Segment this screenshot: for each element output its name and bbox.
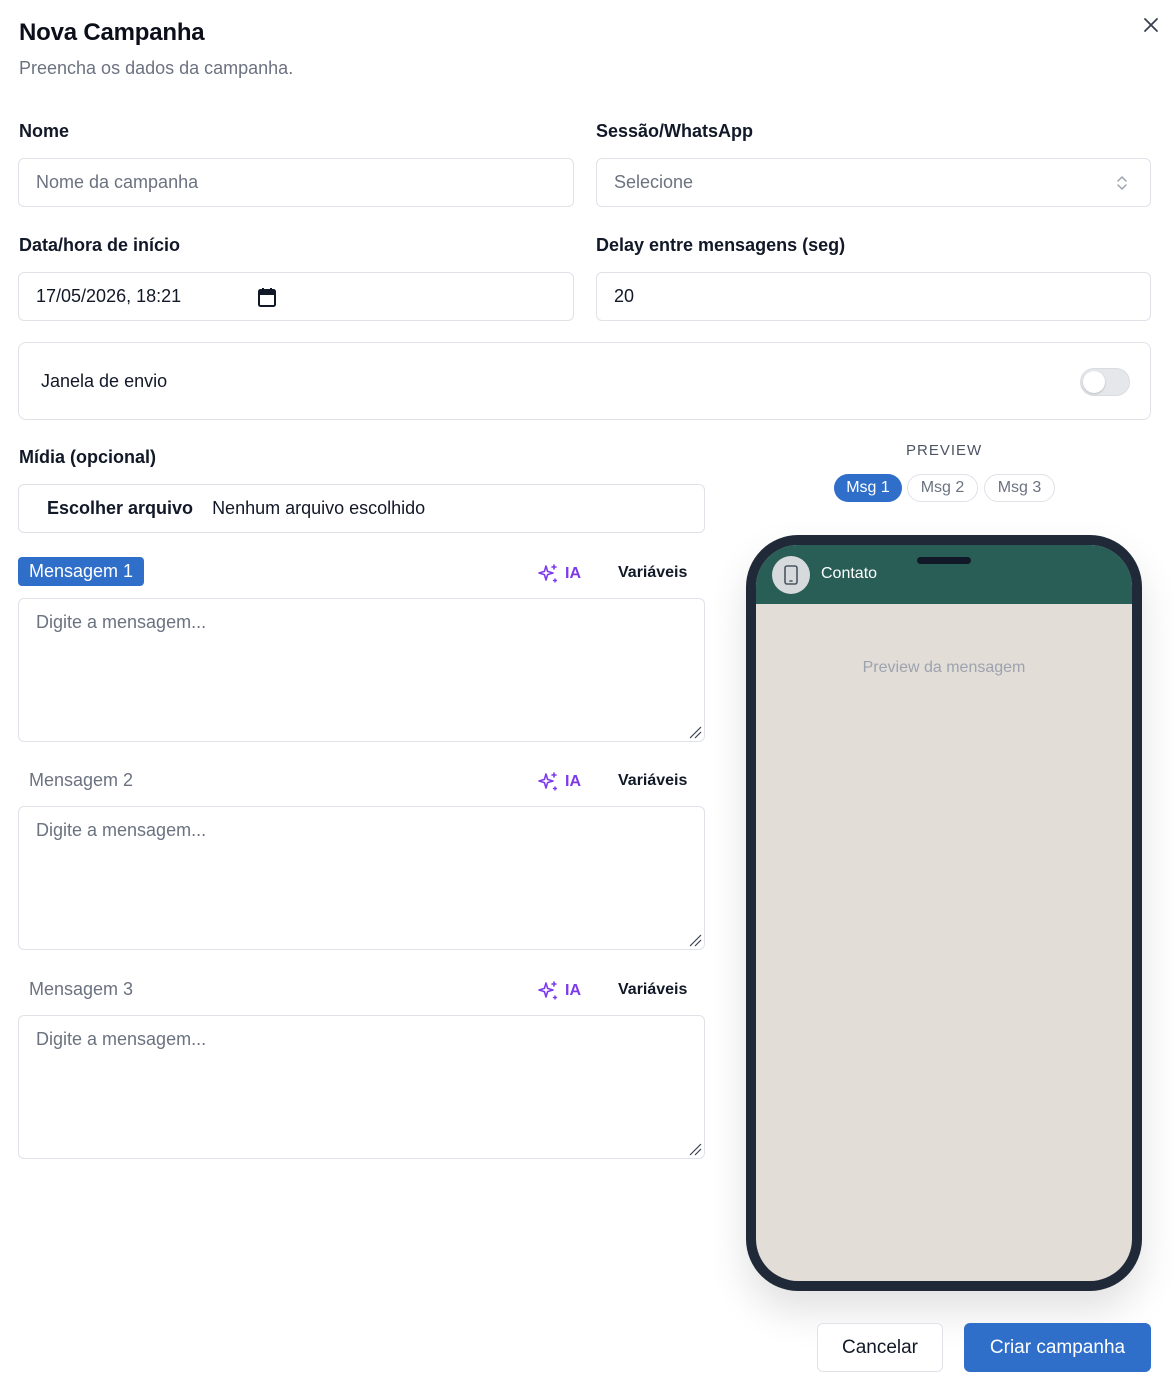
preview-tab-msg-3[interactable]: Msg 3 (984, 474, 1055, 502)
ai-label: IA (565, 982, 581, 999)
message-1-textarea[interactable]: Digite a mensagem... (18, 598, 705, 742)
dialog-title: Nova Campanha (19, 19, 205, 46)
cancel-button[interactable]: Cancelar (817, 1323, 943, 1372)
start-datetime-value: 17/05/2026, 18:21 (36, 286, 182, 306)
message-1-ai-button[interactable]: IA (537, 563, 581, 585)
message-2-placeholder: Digite a mensagem... (36, 820, 207, 840)
phone-notch (917, 557, 971, 564)
session-select[interactable]: Selecione (596, 158, 1151, 207)
message-2-variables-button[interactable]: Variáveis (618, 772, 687, 790)
message-2-textarea[interactable]: Digite a mensagem... (18, 806, 705, 950)
ai-label: IA (565, 565, 581, 582)
chat-header: Contato (756, 545, 1132, 604)
close-button[interactable] (1138, 12, 1164, 38)
send-window-toggle[interactable] (1080, 368, 1130, 396)
phone-screen: Contato Preview da mensagem (756, 545, 1132, 1281)
preview-tab-msg-2[interactable]: Msg 2 (907, 474, 978, 502)
preview-label: PREVIEW (906, 442, 983, 459)
message-3-ai-button[interactable]: IA (537, 980, 581, 1002)
name-label: Nome (19, 121, 70, 141)
message-1-label: Mensagem 1 (18, 557, 145, 586)
sparkles-icon (538, 564, 558, 583)
dialog-subtitle: Preencha os dados da campanha. (19, 58, 294, 78)
choose-file-button[interactable]: Escolher arquivo (47, 498, 193, 519)
preview-message: Preview da mensagem (862, 659, 1026, 676)
name-input-placeholder: Nome da campanha (36, 172, 199, 192)
delay-value: 20 (614, 286, 635, 306)
contact-name: Contato (821, 565, 878, 582)
delay-input[interactable]: 20 (596, 272, 1151, 321)
delay-label: Delay entre mensagens (seg) (596, 235, 846, 255)
calendar-icon[interactable] (258, 287, 276, 307)
sparkles-icon (538, 772, 558, 791)
session-select-value: Selecione (614, 172, 694, 192)
message-1-placeholder: Digite a mensagem... (36, 612, 207, 632)
preview-tab-msg-1[interactable]: Msg 1 (834, 474, 902, 502)
message-2-ai-button[interactable]: IA (537, 771, 581, 793)
message-3-variables-button[interactable]: Variáveis (618, 981, 687, 999)
start-datetime-label: Data/hora de início (19, 235, 181, 255)
create-campaign-button[interactable]: Criar campanha (964, 1323, 1151, 1372)
resize-handle-icon[interactable] (688, 1142, 702, 1156)
message-3-textarea[interactable]: Digite a mensagem... (18, 1015, 705, 1159)
media-file-input[interactable]: Escolher arquivo Nenhum arquivo escolhid… (18, 484, 705, 533)
message-3-placeholder: Digite a mensagem... (36, 1029, 207, 1049)
session-label: Sessão/WhatsApp (596, 121, 754, 141)
media-label: Mídia (opcional) (19, 447, 156, 467)
message-2-label: Mensagem 2 (29, 770, 134, 790)
resize-handle-icon[interactable] (688, 933, 702, 947)
name-input[interactable]: Nome da campanha (18, 158, 574, 207)
file-status: Nenhum arquivo escolhido (212, 498, 426, 518)
close-icon (1144, 18, 1158, 32)
sparkles-icon (538, 981, 558, 1000)
smartphone-icon (784, 565, 798, 585)
send-window-label: Janela de envio (41, 371, 168, 391)
new-campaign-dialog: Nova Campanha Preencha os dados da campa… (0, 0, 1176, 1384)
chevron-up-down-icon (1117, 176, 1127, 190)
ai-label: IA (565, 773, 581, 790)
send-window-card: Janela de envio (18, 342, 1151, 420)
avatar (772, 556, 810, 594)
phone-preview: Contato Preview da mensagem (746, 535, 1142, 1291)
resize-handle-icon[interactable] (688, 725, 702, 739)
toggle-knob (1083, 371, 1105, 393)
message-1-variables-button[interactable]: Variáveis (618, 564, 687, 582)
message-3-label: Mensagem 3 (29, 979, 134, 999)
start-datetime-input[interactable]: 17/05/2026, 18:21 (18, 272, 574, 321)
